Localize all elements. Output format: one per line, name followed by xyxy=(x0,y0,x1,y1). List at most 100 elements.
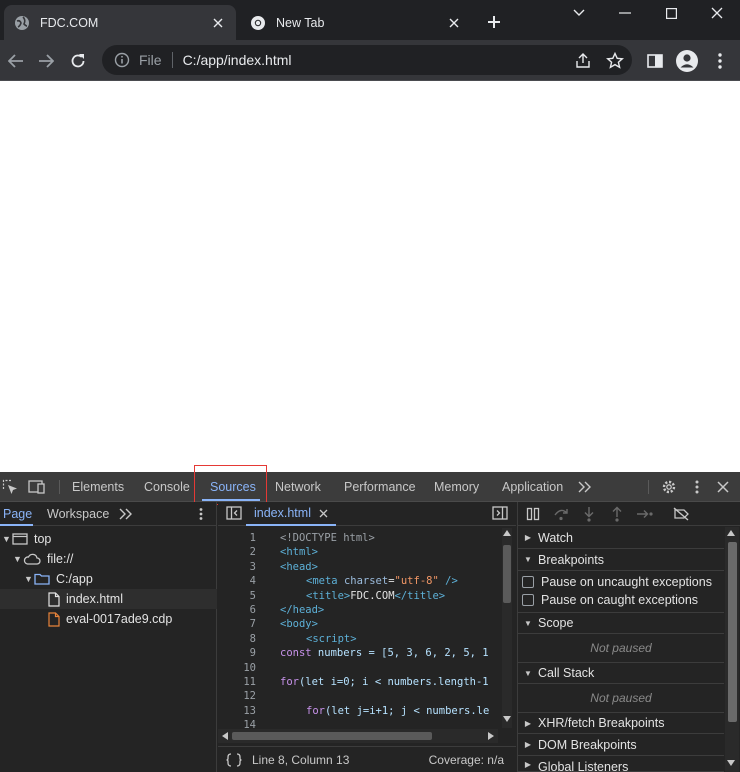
bookmark-star-icon[interactable] xyxy=(606,52,624,70)
toggle-debugger-icon[interactable] xyxy=(492,506,508,520)
section-call-stack[interactable]: ▼ Call Stack xyxy=(518,662,724,684)
code-token: <title> xyxy=(306,590,351,602)
side-panel-icon[interactable] xyxy=(646,52,664,70)
tree-item-eval-script[interactable]: eval-0017ade9.cdp xyxy=(0,609,217,629)
coverage-status[interactable]: Coverage: n/a xyxy=(429,753,504,767)
tab-elements[interactable]: Elements xyxy=(64,472,132,502)
section-watch[interactable]: ▶ Watch xyxy=(518,527,724,549)
expand-arrow-icon[interactable]: ▼ xyxy=(24,574,34,584)
more-tabs-chevron-icon[interactable] xyxy=(575,477,595,497)
code-token: <meta xyxy=(306,575,338,587)
tab-performance[interactable]: Performance xyxy=(336,472,424,502)
checkbox[interactable] xyxy=(522,576,534,588)
code-line-6[interactable]: </head> xyxy=(280,604,324,616)
editor-horizontal-scroll-thumb[interactable] xyxy=(232,732,432,740)
browser-tab-new[interactable]: New Tab xyxy=(240,5,472,40)
close-devtools-icon[interactable] xyxy=(713,477,733,497)
section-dom-breakpoints[interactable]: ▶ DOM Breakpoints xyxy=(518,734,724,756)
tab-search-chevron-icon[interactable] xyxy=(556,0,602,26)
pause-resume-icon[interactable] xyxy=(522,503,544,525)
code-line-2[interactable]: <html> xyxy=(280,546,318,558)
maximize-icon[interactable] xyxy=(648,0,694,26)
address-bar[interactable]: File C:/app/index.html xyxy=(102,45,632,75)
tab-network[interactable]: Network xyxy=(267,472,329,502)
scroll-right-arrow-icon[interactable] xyxy=(488,732,494,740)
line-number: 2 xyxy=(249,546,256,558)
tree-item-index-html[interactable]: index.html xyxy=(0,589,217,609)
reload-icon[interactable] xyxy=(64,48,92,74)
tree-item-top[interactable]: ▼ top xyxy=(0,529,217,549)
toggle-navigator-icon[interactable] xyxy=(226,506,242,520)
checkbox[interactable] xyxy=(522,594,534,606)
close-editor-tab-icon[interactable] xyxy=(319,509,328,518)
navigator-tab-workspace[interactable]: Workspace xyxy=(47,502,109,526)
code-line-9[interactable]: const numbers = [5, 3, 6, 2, 5, 1 xyxy=(280,647,498,659)
scroll-left-arrow-icon[interactable] xyxy=(222,732,228,740)
deactivate-breakpoints-icon[interactable] xyxy=(670,503,692,525)
browser-menu-icon[interactable] xyxy=(712,52,728,70)
more-navigator-tabs-icon[interactable] xyxy=(119,508,132,520)
step-over-icon[interactable] xyxy=(550,503,572,525)
url-text[interactable]: C:/app/index.html xyxy=(183,52,292,68)
minimize-icon[interactable] xyxy=(602,0,648,26)
code-line-13[interactable]: for(let j=i+1; j < numbers.le xyxy=(306,705,498,717)
inspect-element-icon[interactable] xyxy=(0,477,20,497)
tab-memory[interactable]: Memory xyxy=(426,472,487,502)
section-label: Call Stack xyxy=(538,666,595,680)
profile-avatar-icon[interactable] xyxy=(675,49,699,73)
debugger-scroll-thumb[interactable] xyxy=(728,542,737,722)
navigator-tab-page[interactable]: Page xyxy=(3,502,32,526)
code-token: (let j=i+1; j < numbers.le xyxy=(324,705,490,717)
code-token: (let i=0; i < numbers.length-1 xyxy=(298,676,489,688)
code-line-7[interactable]: <body> xyxy=(280,618,318,630)
line-number: 10 xyxy=(243,662,256,674)
forward-arrow-icon[interactable] xyxy=(32,48,60,74)
page-viewport xyxy=(0,82,740,472)
line-number: 13 xyxy=(243,705,256,717)
close-tab-icon[interactable] xyxy=(446,15,462,31)
device-toolbar-icon[interactable] xyxy=(27,477,47,497)
tab-application[interactable]: Application xyxy=(494,472,571,502)
scroll-down-arrow-icon[interactable] xyxy=(727,760,735,766)
scroll-up-arrow-icon[interactable] xyxy=(727,530,735,536)
expand-arrow-icon[interactable]: ▼ xyxy=(2,534,12,544)
section-global-listeners[interactable]: ▶ Global Listeners xyxy=(518,756,724,772)
pause-uncaught-option[interactable]: Pause on uncaught exceptions xyxy=(522,573,712,591)
info-icon[interactable] xyxy=(114,52,130,68)
code-line-5[interactable]: <title>FDC.COM</title> xyxy=(306,590,445,602)
step-icon[interactable] xyxy=(634,503,656,525)
code-line-4[interactable]: <meta charset="utf-8" /> xyxy=(306,575,458,587)
expanded-arrow-icon: ▼ xyxy=(524,668,532,678)
pause-caught-option[interactable]: Pause on caught exceptions xyxy=(522,591,698,609)
section-label: Breakpoints xyxy=(538,552,605,567)
close-window-icon[interactable] xyxy=(694,0,740,26)
section-scope[interactable]: ▼ Scope xyxy=(518,612,724,634)
code-line-1[interactable]: <!DOCTYPE html> xyxy=(280,532,375,544)
pretty-print-braces-icon[interactable] xyxy=(226,752,242,767)
close-tab-icon[interactable] xyxy=(210,15,226,31)
line-number: 5 xyxy=(249,590,256,602)
cursor-position: Line 8, Column 13 xyxy=(252,752,350,767)
code-line-11[interactable]: for(let i=0; i < numbers.length-1 xyxy=(280,676,498,688)
section-breakpoints[interactable]: ▼ Breakpoints xyxy=(518,549,724,571)
tab-console[interactable]: Console xyxy=(136,472,198,502)
tree-item-file-origin[interactable]: ▼ file:// xyxy=(0,549,217,569)
code-line-8[interactable]: <script> xyxy=(306,633,357,645)
editor-tab-index-html[interactable]: index.html xyxy=(246,502,336,526)
step-into-icon[interactable] xyxy=(578,503,600,525)
scroll-down-arrow-icon[interactable] xyxy=(503,716,511,722)
navigator-menu-icon[interactable] xyxy=(198,507,204,521)
code-line-3[interactable]: <head> xyxy=(280,561,318,573)
tree-item-folder-app[interactable]: ▼ C:/app xyxy=(0,569,217,589)
scroll-up-arrow-icon[interactable] xyxy=(503,530,511,536)
section-xhr-breakpoints[interactable]: ▶ XHR/fetch Breakpoints xyxy=(518,712,724,734)
expand-arrow-icon[interactable]: ▼ xyxy=(13,554,23,564)
settings-gear-icon[interactable] xyxy=(659,477,679,497)
browser-tab-fdc[interactable]: FDC.COM xyxy=(4,5,236,40)
step-out-icon[interactable] xyxy=(606,503,628,525)
editor-vertical-scroll-thumb[interactable] xyxy=(503,545,511,603)
back-arrow-icon[interactable] xyxy=(2,48,30,74)
share-icon[interactable] xyxy=(574,52,592,70)
devtools-menu-icon[interactable] xyxy=(687,477,707,497)
new-tab-plus-icon[interactable] xyxy=(484,12,504,32)
